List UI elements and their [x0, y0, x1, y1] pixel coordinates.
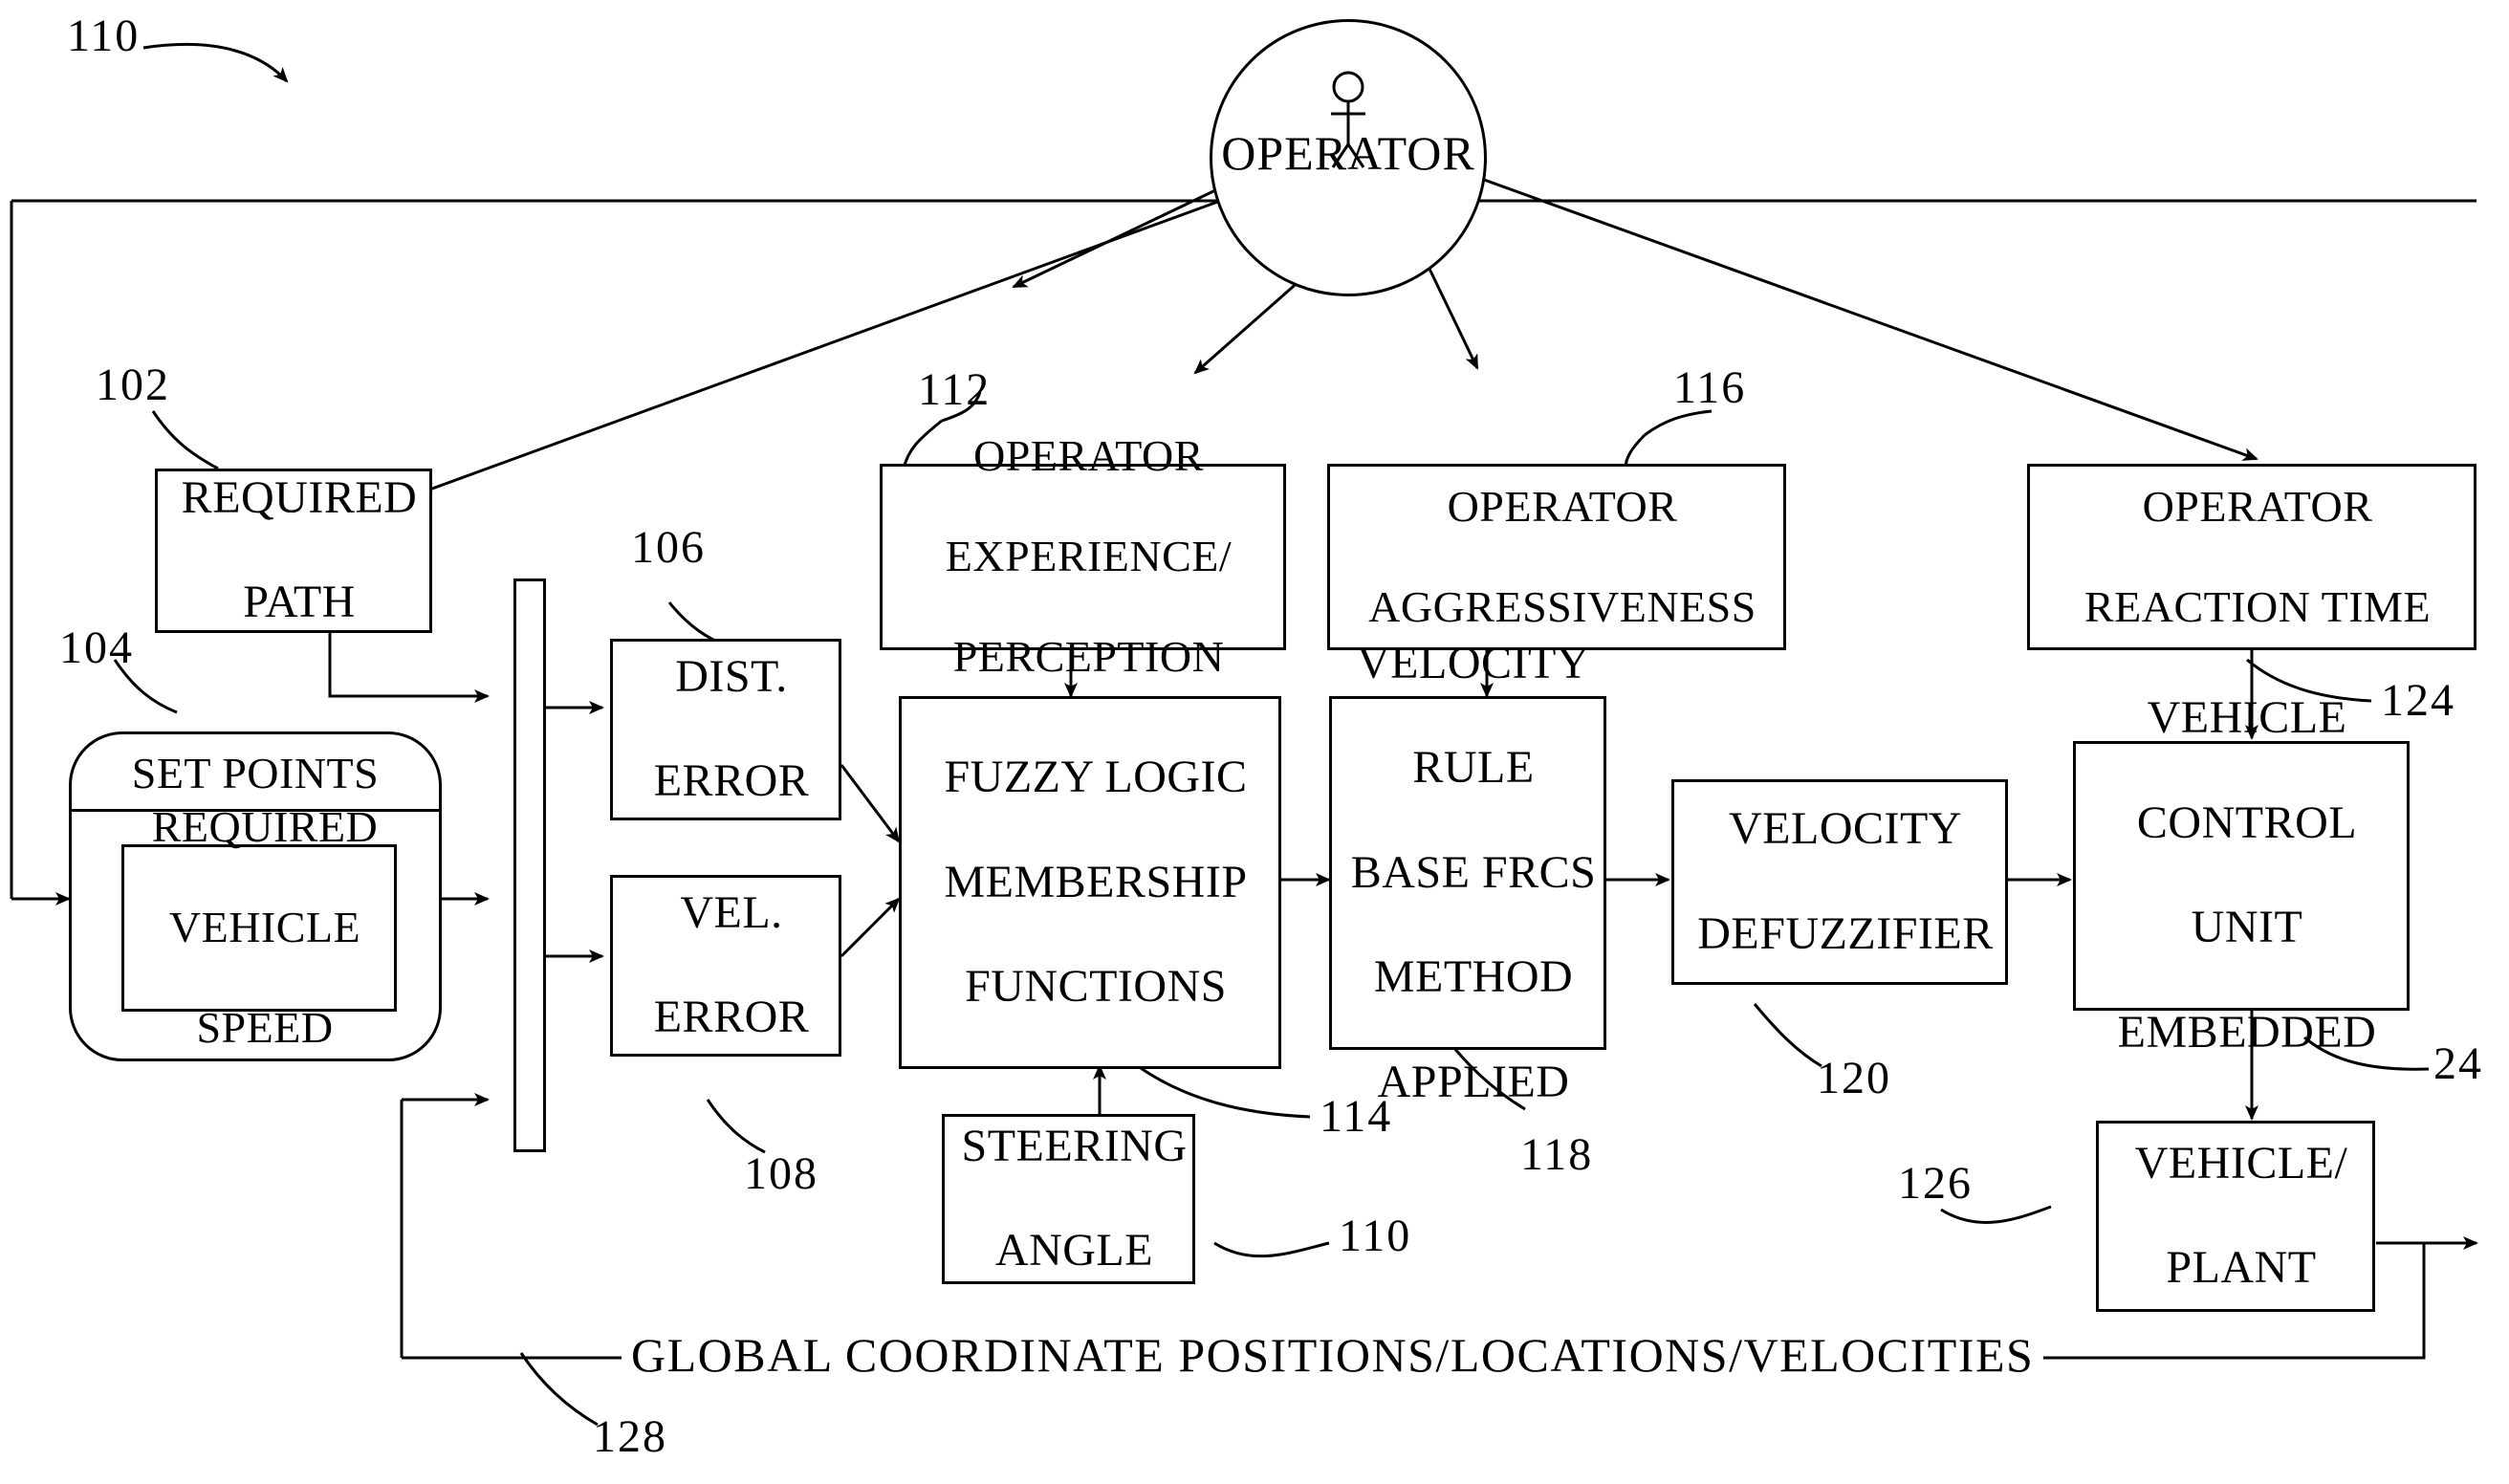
ref-102: 102 — [96, 360, 170, 410]
ref-116: 116 — [1673, 362, 1747, 413]
leader-102 — [151, 410, 219, 470]
ref-112: 112 — [918, 364, 992, 415]
ref-106: 106 — [631, 522, 706, 573]
velocity-defuzzifier-label: VELOCITY DEFUZZIFIER — [1697, 803, 1994, 959]
required-path-label: REQUIRED PATH — [181, 471, 418, 628]
summing-bus — [513, 578, 546, 1152]
steering-angle-box[interactable]: STEERING ANGLE — [942, 1114, 1195, 1284]
operator-to-reaction-time — [1462, 170, 2258, 461]
dist-error-box[interactable]: DIST. ERROR — [610, 639, 841, 820]
vehicle-plant-label: VEHICLE/ PLANT — [2134, 1137, 2348, 1294]
ref-110-steering: 110 — [1339, 1211, 1412, 1261]
leader-114 — [1137, 1064, 1311, 1119]
dist-error-to-fuzzy — [840, 764, 901, 843]
velocity-rule-base-box[interactable]: VELOCITY RULE BASE FRCS METHOD APPLIED — [1329, 638, 1606, 1107]
dist-error-label: DIST. ERROR — [653, 650, 810, 807]
velocity-defuzzifier-box[interactable]: VELOCITY DEFUZZIFIER — [1671, 779, 2008, 985]
vehicle-plant-box[interactable]: VEHICLE/ PLANT — [2096, 1121, 2375, 1312]
operator-to-left — [1012, 180, 1234, 289]
operator-node[interactable]: OPERATOR — [1210, 19, 1487, 296]
ref-120: 120 — [1817, 1053, 1891, 1103]
vel-error-box[interactable]: VEL. ERROR — [610, 875, 841, 1057]
operator-experience-label: OPERATOR EXPERIENCE/ PERCEPTION — [945, 431, 1233, 682]
patent-figure: 110 102 104 106 108 112 116 114 118 120 … — [0, 0, 2509, 1484]
operator-reaction-time-box[interactable]: OPERATOR REACTION TIME — [2027, 464, 2476, 650]
ref-118: 118 — [1520, 1129, 1594, 1180]
operator-label: OPERATOR — [1221, 126, 1475, 180]
vel-error-to-fuzzy — [840, 897, 901, 958]
required-vehicle-speed-box[interactable]: REQUIRED VEHICLE SPEED — [121, 802, 397, 1052]
leader-108 — [706, 1099, 766, 1154]
ref-126: 126 — [1898, 1158, 1973, 1209]
leader-110 — [142, 42, 289, 83]
fuzzy-logic-box[interactable]: FUZZY LOGIC MEMBERSHIP FUNCTIONS — [899, 696, 1281, 1069]
leader-128 — [519, 1352, 599, 1427]
ref-128: 128 — [593, 1411, 667, 1462]
velocity-rule-base-label: VELOCITY RULE BASE FRCS METHOD APPLIED — [1350, 637, 1597, 1107]
vehicle-control-unit-label: VEHICLE CONTROL UNIT EMBEDDED — [2117, 692, 2377, 1058]
ref-110-top: 110 — [67, 11, 141, 61]
operator-aggressiveness-box[interactable]: OPERATOR AGGRESSIVENESS — [1327, 464, 1786, 650]
steering-angle-label: STEERING ANGLE — [961, 1120, 1188, 1277]
operator-experience-box[interactable]: OPERATOR EXPERIENCE/ PERCEPTION — [880, 431, 1286, 681]
required-path-to-bus — [328, 631, 490, 703]
required-path-box[interactable]: REQUIRED PATH — [155, 469, 432, 633]
operator-aggressiveness-label: OPERATOR AGGRESSIVENESS — [1368, 481, 1756, 631]
ref-104: 104 — [59, 622, 134, 673]
global-coordinate-bus-label: GLOBAL COORDINATE POSITIONS/LOCATIONS/VE… — [622, 1327, 2044, 1383]
leader-120 — [1753, 1003, 1822, 1068]
leader-110-steering — [1213, 1241, 1330, 1258]
operator-reaction-time-label: OPERATOR REACTION TIME — [2084, 481, 2432, 631]
vel-error-label: VEL. ERROR — [653, 886, 810, 1043]
leader-116 — [1644, 409, 1713, 437]
ref-108: 108 — [744, 1148, 818, 1199]
vehicle-control-unit-box[interactable]: VEHICLE CONTROL UNIT EMBEDDED — [2073, 692, 2410, 1058]
ref-24: 24 — [2433, 1038, 2483, 1089]
set-points-box[interactable]: SET POINTS REQUIRED VEHICLE SPEED — [69, 731, 442, 1061]
set-points-label: SET POINTS — [131, 749, 380, 797]
required-vehicle-speed-label: REQUIRED VEHICLE SPEED — [151, 802, 379, 1053]
fuzzy-logic-label: FUZZY LOGIC MEMBERSHIP FUNCTIONS — [944, 752, 1248, 1013]
